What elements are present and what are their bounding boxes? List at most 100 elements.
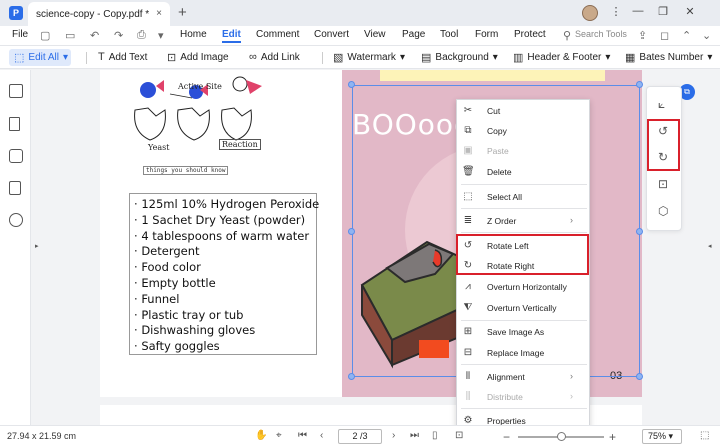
save-icon[interactable]: ▢ (40, 29, 50, 42)
menu-convert[interactable]: Convert (314, 29, 349, 40)
page-size-label: 27.94 x 21.59 cm (7, 431, 77, 441)
resize-handle[interactable] (348, 81, 355, 88)
menu-item-delete[interactable]: 🗑 Delete (457, 162, 591, 182)
print-icon[interactable]: ⎙ (137, 29, 146, 42)
minimize-icon[interactable]: — (630, 5, 646, 17)
last-page-icon[interactable]: ⏭ (410, 430, 419, 441)
menu-item-overturn-horizontally[interactable]: ⩘ Overturn Horizontally (457, 277, 591, 297)
menu-edit[interactable]: Edit (222, 29, 241, 43)
menu-item-paste: ▣ Paste (463, 145, 509, 156)
resize-handle[interactable] (636, 228, 643, 235)
quick-access-dropdown-icon[interactable]: ▾ (158, 29, 164, 42)
chevron-down-icon: ▾ (62, 52, 69, 63)
header-footer-label: Header & Footer (527, 52, 602, 63)
menu-page[interactable]: Page (402, 29, 425, 40)
menu-item-cut[interactable]: ✂ Cut (457, 101, 591, 121)
search-tools-field[interactable]: Search Tools (575, 29, 627, 39)
menu-form[interactable]: Form (475, 29, 498, 40)
diagram-label-active-site: Active Site (178, 82, 222, 91)
edit-all-icon: ⬚ (14, 52, 25, 64)
zoom-slider-handle[interactable] (556, 432, 566, 441)
menu-item-z-order[interactable]: ≣ Z Order › (457, 211, 591, 231)
menu-divider (461, 320, 587, 321)
notification-icon[interactable]: ◻ (660, 29, 669, 42)
image-icon: ⊡ (167, 52, 177, 64)
bates-number-label: Bates Number (639, 52, 704, 63)
menu-protect[interactable]: Protect (514, 29, 546, 40)
menu-item-alignment[interactable]: ⫴ Alignment › (457, 367, 591, 387)
more-icon[interactable]: ⌄ (702, 29, 711, 42)
first-page-icon[interactable]: ⏮ (298, 430, 307, 441)
replace-image-icon[interactable]: ⊡ (658, 177, 668, 191)
menu-comment[interactable]: Comment (256, 29, 299, 40)
distribute-icon: ⫼ (465, 391, 471, 402)
search-icon[interactable] (9, 213, 23, 227)
menu-dots-icon[interactable]: ⋮ (608, 5, 624, 18)
add-image-label: Add Image (180, 52, 229, 63)
new-tab-button[interactable]: + (178, 4, 187, 21)
menu-file[interactable]: File (12, 29, 28, 40)
bookmark-icon[interactable] (9, 117, 20, 131)
page-indicator-field[interactable]: 2 /3 (338, 429, 382, 444)
add-link-label: Add Link (260, 51, 300, 63)
add-link-button[interactable]: ∞ Add Link (249, 51, 300, 63)
resize-handle[interactable] (636, 81, 643, 88)
resize-handle[interactable] (348, 373, 355, 380)
undo-icon[interactable]: ↶ (90, 29, 99, 42)
bates-number-button[interactable]: ▦ Bates Number ▾ (625, 51, 712, 64)
background-button[interactable]: ▤ Background ▾ (421, 51, 498, 64)
bates-number-icon: ▦ (625, 52, 636, 64)
list-item: · Empty bottle (134, 275, 216, 290)
maximize-icon[interactable]: ❐ (655, 5, 671, 18)
next-page-icon[interactable]: › (392, 430, 395, 441)
document-tab[interactable]: science-copy - Copy.pdf * × (28, 2, 170, 26)
single-page-view-icon[interactable]: ▯ (432, 430, 438, 441)
edit-all-label: Edit All (28, 52, 59, 63)
add-image-button[interactable]: ⊡ Add Image (167, 51, 229, 64)
menu-item-copy[interactable]: ⧉ Copy (457, 121, 591, 141)
diagram-label-yeast: Yeast (148, 143, 170, 152)
redo-icon[interactable]: ↷ (114, 29, 123, 42)
resize-handle[interactable] (636, 373, 643, 380)
fit-page-icon[interactable]: ⊡ (455, 430, 463, 441)
submenu-arrow-icon: › (570, 391, 573, 401)
thumbnails-icon[interactable] (9, 84, 23, 98)
menu-divider (461, 184, 587, 185)
zoom-out-icon[interactable]: − (503, 430, 510, 444)
fit-width-icon[interactable]: ⬚ (700, 430, 709, 441)
submenu-arrow-icon: › (570, 371, 573, 381)
save-image-icon: ⊞ (463, 326, 473, 337)
hand-tool-icon[interactable]: ✋ (255, 430, 267, 441)
zoom-level-select[interactable]: 75% ▾ (642, 429, 682, 444)
select-tool-icon[interactable]: ⌖ (276, 430, 282, 441)
watermark-button[interactable]: ▧ Watermark ▾ (333, 51, 405, 64)
open-icon[interactable]: ▭ (65, 29, 75, 42)
add-text-button[interactable]: T Add Text (98, 51, 147, 63)
menu-home[interactable]: Home (180, 29, 207, 40)
watermark-label: Watermark (347, 52, 396, 63)
list-item: · Food color (134, 260, 201, 275)
comment-icon[interactable] (9, 149, 23, 163)
expand-right-arrow-icon[interactable]: ◂ (708, 242, 712, 250)
collapse-left-arrow-icon[interactable]: ▸ (35, 242, 39, 250)
resize-handle[interactable] (348, 228, 355, 235)
share-icon[interactable]: ⇪ (638, 29, 647, 42)
edit-all-button[interactable]: ⬚ Edit All ▾ (9, 49, 71, 66)
avatar[interactable] (582, 5, 598, 21)
crop-icon[interactable]: ⟀ (658, 97, 665, 112)
trash-icon: 🗑 (462, 166, 475, 177)
close-window-icon[interactable]: ✕ (682, 5, 698, 18)
attachment-icon[interactable] (9, 181, 21, 195)
menu-item-replace-image[interactable]: ⊟ Replace Image (457, 343, 591, 363)
menu-item-select-all[interactable]: ⬚ Select All (457, 187, 591, 207)
collapse-ribbon-icon[interactable]: ⌃ (682, 29, 691, 42)
header-footer-button[interactable]: ▥ Header & Footer ▾ (513, 51, 610, 64)
extract-image-icon[interactable]: ⬡ (658, 204, 668, 218)
menu-item-save-image-as[interactable]: ⊞ Save Image As (457, 322, 591, 342)
menu-tool[interactable]: Tool (440, 29, 458, 40)
menu-view[interactable]: View (364, 29, 386, 40)
menu-item-overturn-vertically[interactable]: ⧨ Overturn Vertically (457, 298, 591, 318)
tab-close-icon[interactable]: × (156, 8, 162, 19)
previous-page-icon[interactable]: ‹ (320, 430, 323, 441)
zoom-in-icon[interactable]: + (609, 430, 616, 444)
